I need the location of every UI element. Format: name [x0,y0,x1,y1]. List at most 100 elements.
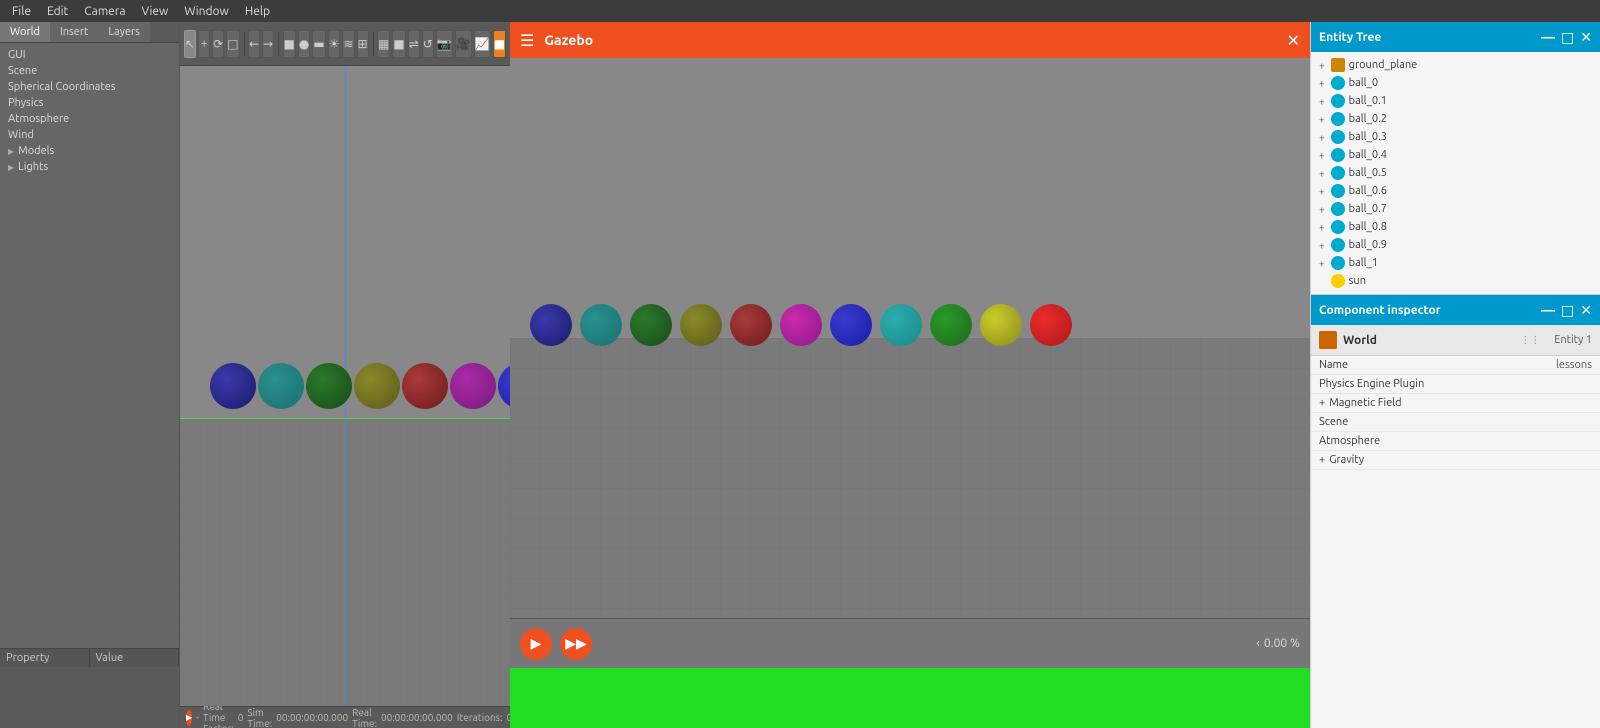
entity-ball-07[interactable]: + ball_0.7 [1311,200,1600,218]
tool-mirror[interactable]: ⇌ [408,30,420,58]
entity-label: ball_0.7 [1349,203,1387,215]
tool-view2[interactable]: ■ [392,30,405,58]
tool-plot[interactable]: 📈 [474,30,491,58]
entity-ball-01[interactable]: + ball_0.1 [1311,92,1600,110]
status-play-button[interactable]: ▶ [186,710,192,726]
tool-mesh[interactable]: ≋ [342,30,354,58]
entity-plus-icon: + [1319,78,1325,89]
crosshair-horizontal [180,418,510,419]
gazebo-chevron-left[interactable]: ‹ [1257,637,1260,650]
gazebo-panel: ☰ Gazebo ✕ [510,22,1310,728]
entity-ball-0[interactable]: + ball_0 [1311,74,1600,92]
tree-gui[interactable]: GUI [0,47,179,63]
entity-label: ground_plane [1349,59,1418,71]
entity-ball-02[interactable]: + ball_0.2 [1311,110,1600,128]
tool-camera[interactable]: 📷 [436,30,453,58]
entity-sphere-icon [1331,148,1345,162]
tree-spherical-coordinates[interactable]: Spherical Coordinates [0,79,179,95]
entity-sun[interactable]: + sun [1311,272,1600,290]
tool-rotate-view[interactable]: ↺ [422,30,434,58]
tool-sphere[interactable]: ● [298,30,310,58]
gazebo-play-button[interactable]: ▶ [520,628,552,660]
inspector-dots[interactable]: ⋮⋮ [1520,334,1540,346]
far-right-panel: Entity Tree — □ ✕ + ground_plane + ball_… [1310,22,1600,728]
entity-sphere-icon [1331,166,1345,180]
gazebo-ball-9 [980,304,1022,346]
tool-add[interactable]: + [198,30,210,58]
props-property-col: Property [0,649,90,667]
gazebo-ball-3 [680,304,722,346]
tool-grid[interactable]: ⊞ [357,30,369,58]
inspector-physics-label: Physics Engine Plugin [1319,378,1592,390]
entity-tree-minimize[interactable]: — [1541,29,1555,46]
tool-extra[interactable]: ■ [493,30,506,58]
left-tree: GUI Scene Spherical Coordinates Physics … [0,43,179,648]
menu-edit[interactable]: Edit [39,3,76,20]
entity-label: ball_0.2 [1349,113,1387,125]
component-inspector-title: Component inspector [1319,304,1441,317]
tool-record[interactable]: 🎥 [455,30,472,58]
tree-scene[interactable]: Scene [0,63,179,79]
gazebo-viewport[interactable] [510,58,1310,618]
tree-models[interactable]: Models [0,143,179,159]
inspector-close[interactable]: ✕ [1580,302,1592,319]
tool-view1[interactable]: ▦ [377,30,390,58]
entity-ball-08[interactable]: + ball_0.8 [1311,218,1600,236]
tab-insert[interactable]: Insert [50,22,98,42]
entity-ground-plane[interactable]: + ground_plane [1311,56,1600,74]
viewport-area[interactable] [180,66,510,706]
tool-redo[interactable]: → [262,30,274,58]
tool-select[interactable]: ↖ [184,30,196,58]
tool-rect[interactable]: □ [226,30,239,58]
entity-plus-icon: + [1319,186,1325,197]
ball-0 [210,363,256,409]
menu-help[interactable]: Help [237,3,278,20]
entity-ball-03[interactable]: + ball_0.3 [1311,128,1600,146]
tab-world[interactable]: World [0,22,50,42]
gazebo-controls: ▶ ▶▶ ‹ 0.00 % [510,618,1310,668]
tree-physics[interactable]: Physics [0,95,179,111]
tool-cylinder[interactable]: ▬ [312,30,325,58]
tree-lights[interactable]: Lights [0,159,179,175]
gazebo-close-icon[interactable]: ✕ [1287,31,1300,50]
entity-sphere-icon [1331,130,1345,144]
left-tabs: World Insert Layers [0,22,179,43]
entity-tree-maximize[interactable]: □ [1561,29,1574,46]
tab-layers[interactable]: Layers [98,22,150,42]
tool-transform[interactable]: ⟳ [212,30,224,58]
entity-ball-1[interactable]: + ball_1 [1311,254,1600,272]
tree-atmosphere[interactable]: Atmosphere [0,111,179,127]
entity-ball-04[interactable]: + ball_0.4 [1311,146,1600,164]
entity-sphere-icon [1331,256,1345,270]
tool-light[interactable]: ☀ [328,30,341,58]
gazebo-fastforward-button[interactable]: ▶▶ [560,628,592,660]
inspector-minimize[interactable]: — [1541,302,1555,319]
ball-3 [354,363,400,409]
gazebo-ball-1 [580,304,622,346]
entity-label: sun [1349,275,1366,287]
entity-tree-close[interactable]: ✕ [1580,29,1592,46]
entity-ball-06[interactable]: + ball_0.6 [1311,182,1600,200]
gazebo-ball-2 [630,304,672,346]
inspector-gravity[interactable]: + Gravity [1311,451,1600,470]
menu-window[interactable]: Window [176,3,236,20]
inspector-section-plus: + [1319,397,1325,409]
menu-file[interactable]: File [4,3,39,20]
properties-panel: Property Value [0,648,179,728]
entity-label: ball_0.9 [1349,239,1387,251]
entity-ball-09[interactable]: + ball_0.9 [1311,236,1600,254]
entity-plus-icon: + [1319,204,1325,215]
tool-box[interactable]: ■ [283,30,296,58]
inspector-maximize[interactable]: □ [1561,302,1574,319]
menu-view[interactable]: View [134,3,177,20]
gazebo-menu-icon[interactable]: ☰ [520,31,534,50]
inspector-magnetic-field[interactable]: + Magnetic Field [1311,394,1600,413]
center-viewport: ↖ + ⟳ □ ← → ■ ● ▬ ☀ ≋ ⊞ ▦ ■ ⇌ ↺ 📷 🎥 📈 ■ [180,22,510,728]
tree-wind[interactable]: Wind [0,127,179,143]
entity-plus-icon: + [1319,240,1325,251]
entity-ball-05[interactable]: + ball_0.5 [1311,164,1600,182]
ball-1 [258,363,304,409]
tool-undo[interactable]: ← [248,30,260,58]
menu-camera[interactable]: Camera [76,3,133,20]
entity-tree-panel: Entity Tree — □ ✕ + ground_plane + ball_… [1311,22,1600,295]
